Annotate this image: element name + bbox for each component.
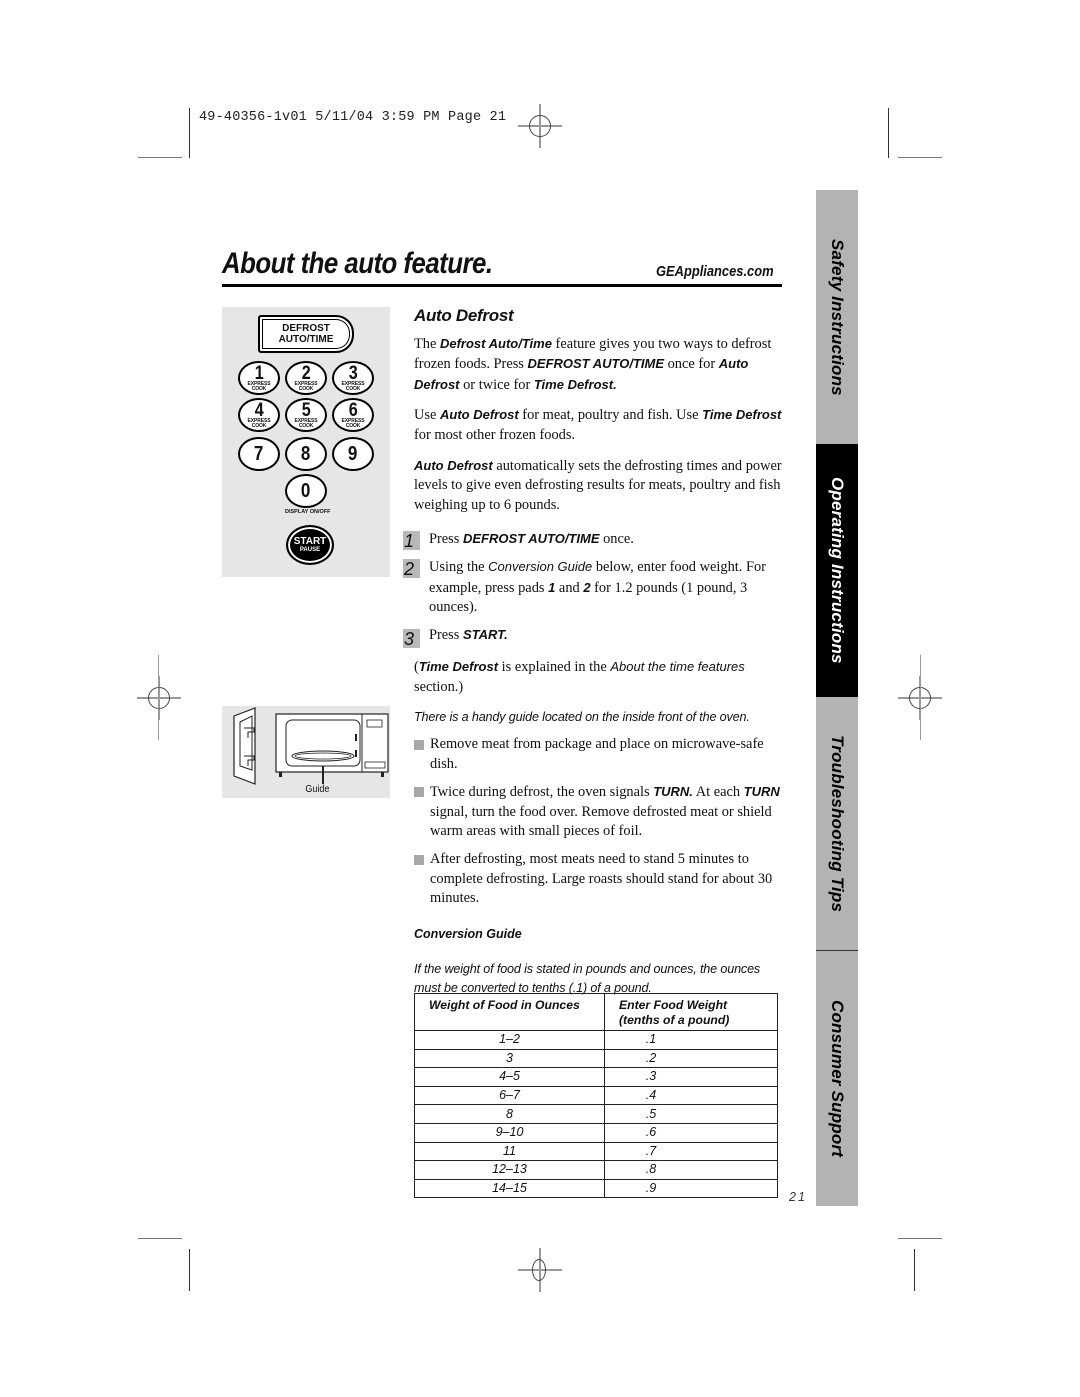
display-on-off-caption: DISPLAY ON/OFF xyxy=(285,509,331,515)
tenths-cell: .6 xyxy=(604,1122,778,1143)
crop-mark xyxy=(914,1249,915,1291)
handy-guide-note: There is a handy guide located on the in… xyxy=(414,709,750,724)
table-row: 1–2.1 xyxy=(414,1030,778,1050)
tab-troubleshooting-tips[interactable]: Troubleshooting Tips xyxy=(816,697,858,950)
crop-mark xyxy=(920,655,921,740)
registration-mark-icon xyxy=(518,104,562,148)
guide-label: Guide xyxy=(305,784,330,795)
website-link[interactable]: GEAppliances.com xyxy=(656,263,774,280)
column-header: Enter Food Weight (tenths of a pound) xyxy=(604,993,778,1031)
bullet-item: After defrosting, most meats need to sta… xyxy=(414,850,784,909)
crop-mark xyxy=(189,108,190,158)
step-item: 1 Press DEFROST AUTO/TIME once. xyxy=(403,531,634,552)
tenths-cell: .2 xyxy=(604,1048,778,1069)
column-header: Weight of Food in Ounces xyxy=(414,993,605,1031)
bullet-square-icon xyxy=(414,787,424,798)
keypad-key-0: 0 xyxy=(285,474,327,508)
table-header-row: Weight of Food in Ounces Enter Food Weig… xyxy=(414,993,778,1031)
keypad-key-4: 4 EXPRESS COOK xyxy=(238,398,280,432)
crop-mark xyxy=(189,1249,190,1291)
tenths-cell: .4 xyxy=(604,1085,778,1106)
ounces-cell: 8 xyxy=(414,1104,605,1124)
keypad-key-8: 8 xyxy=(285,437,327,471)
tenths-cell: .3 xyxy=(604,1067,778,1087)
bullet-square-icon xyxy=(414,855,424,866)
registration-mark-icon xyxy=(518,1248,562,1292)
tab-consumer-support[interactable]: Consumer Support xyxy=(816,951,858,1206)
ounces-cell: 14–15 xyxy=(414,1178,605,1199)
page-number: 21 xyxy=(789,1190,807,1204)
ounces-cell: 4–5 xyxy=(414,1067,605,1087)
print-slug: 49-40356-1v01 5/11/04 3:59 PM Page 21 xyxy=(199,110,507,125)
defrost-auto-time-key: DEFROST AUTO/TIME xyxy=(258,315,354,353)
keypad-key-9: 9 xyxy=(332,437,374,471)
tenths-cell: .5 xyxy=(604,1104,778,1124)
table-row: 12–13.8 xyxy=(414,1160,778,1180)
crop-mark xyxy=(138,1238,182,1239)
keypad-key-7: 7 xyxy=(238,437,280,471)
keypad-key-6: 6 EXPRESS COOK xyxy=(332,398,374,432)
ounces-cell: 3 xyxy=(414,1048,605,1069)
page-title: About the auto feature. xyxy=(222,247,493,280)
ounces-cell: 11 xyxy=(414,1141,605,1162)
table-row: 11.7 xyxy=(414,1141,778,1162)
bullet-item: Twice during defrost, the oven signals T… xyxy=(414,782,784,842)
crop-mark xyxy=(138,157,182,158)
crop-mark xyxy=(898,157,942,158)
time-defrost-note: (Time Defrost is explained in the About … xyxy=(414,659,745,695)
registration-mark-icon xyxy=(137,676,181,720)
bullet-item: Remove meat from package and place on mi… xyxy=(414,735,784,774)
crop-mark xyxy=(888,108,889,158)
keypad-key-1: 1 EXPRESS COOK xyxy=(238,361,280,395)
keypad-key-2: 2 EXPRESS COOK xyxy=(285,361,327,395)
step-item: 3 Press START. xyxy=(403,626,508,649)
keypad-illustration: DEFROST AUTO/TIME 1 EXPRESS COOK 2 EXPRESS C… xyxy=(222,307,390,577)
usage-paragraph: Use Auto Defrost for meat, poultry and f… xyxy=(414,407,782,443)
tenths-cell: .9 xyxy=(604,1178,778,1199)
ounces-cell: 6–7 xyxy=(414,1085,605,1106)
crop-mark xyxy=(158,655,159,740)
conversion-guide-heading: Conversion Guide xyxy=(414,926,522,941)
start-pause-key: START PAUSE xyxy=(286,525,334,565)
tab-operating-instructions[interactable]: Operating Instructions xyxy=(816,444,858,697)
step-item: 2 Using the Conversion Guide below, ente… xyxy=(403,558,766,616)
table-row: 3.2 xyxy=(414,1048,778,1069)
tab-safety-instructions[interactable]: Safety Instructions xyxy=(816,190,858,444)
table-row: 14–15.9 xyxy=(414,1178,778,1199)
auto-settings-paragraph: Auto Defrost automatically sets the defr… xyxy=(414,457,782,513)
title-divider xyxy=(222,284,782,287)
tenths-cell: .1 xyxy=(604,1030,778,1050)
step-number: 3 xyxy=(403,628,420,649)
bullet-square-icon xyxy=(414,740,424,751)
ounces-cell: 9–10 xyxy=(414,1122,605,1143)
step-number: 2 xyxy=(403,558,420,579)
crop-mark xyxy=(898,1238,942,1239)
intro-paragraph: The Defrost Auto/Time feature gives you … xyxy=(414,335,772,393)
ounces-cell: 12–13 xyxy=(414,1160,605,1180)
oven-illustration: Guide xyxy=(222,706,390,798)
tenths-cell: .7 xyxy=(604,1141,778,1162)
table-row: 6–7.4 xyxy=(414,1085,778,1106)
tenths-cell: .8 xyxy=(604,1160,778,1180)
table-row: 9–10.6 xyxy=(414,1122,778,1143)
auto-defrost-section: Auto Defrost The Defrost Auto/Time featu… xyxy=(403,300,784,1006)
ounces-cell: 1–2 xyxy=(414,1030,605,1050)
section-heading: Auto Defrost xyxy=(414,306,514,325)
keypad-key-5: 5 EXPRESS COOK xyxy=(285,398,327,432)
table-row: 8.5 xyxy=(414,1104,778,1124)
conversion-table: Weight of Food in Ounces Enter Food Weig… xyxy=(414,993,778,1199)
step-number: 1 xyxy=(403,531,420,551)
table-row: 4–5.3 xyxy=(414,1067,778,1087)
microwave-open-door-icon xyxy=(233,707,389,785)
keypad-key-3: 3 EXPRESS COOK xyxy=(332,361,374,395)
